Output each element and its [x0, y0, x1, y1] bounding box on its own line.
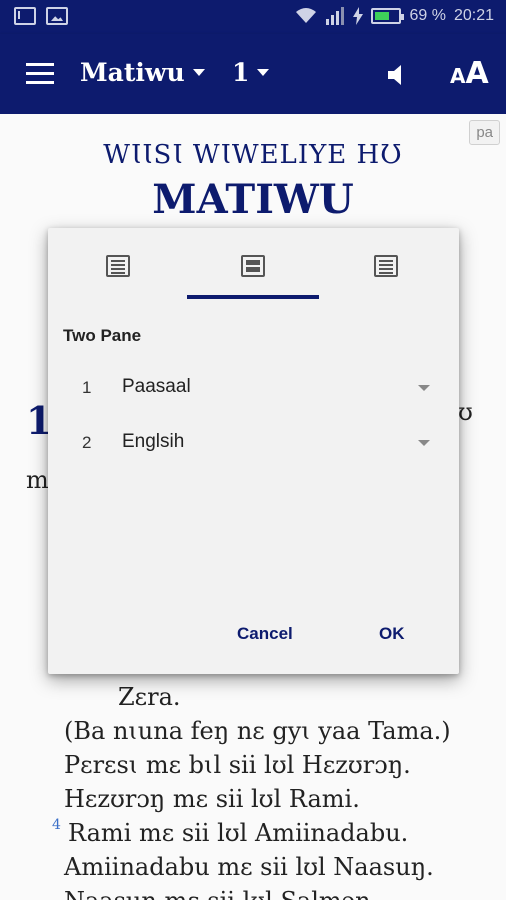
- interlinear-tab[interactable]: [318, 228, 455, 300]
- layout-tabs: [48, 228, 459, 300]
- layout-dialog: Two Pane 1 Paasaal 2 Englsih Cancel OK: [48, 228, 459, 674]
- pane-number: 1: [82, 378, 92, 397]
- clock: 20:21: [453, 7, 494, 24]
- wifi-icon: [296, 8, 317, 23]
- chevron-down-icon: [257, 69, 270, 76]
- chapter-selector[interactable]: 1: [232, 58, 270, 87]
- speaker-icon[interactable]: [384, 62, 410, 88]
- menu-icon[interactable]: [26, 63, 54, 85]
- pane-row-1[interactable]: 1 Paasaal: [48, 368, 459, 408]
- image-icon: [46, 7, 68, 25]
- pane-language-select[interactable]: Paasaal: [122, 376, 191, 398]
- ok-button[interactable]: OK: [379, 624, 405, 644]
- single-pane-icon: [106, 255, 130, 277]
- dropdown-arrow-icon[interactable]: [418, 385, 430, 391]
- tab-indicator: [187, 295, 319, 299]
- charging-icon: [353, 7, 364, 25]
- pane-language-select[interactable]: Englsih: [122, 431, 184, 453]
- book-name: Matiwu: [80, 58, 185, 87]
- pane-row-2[interactable]: 2 Englsih: [48, 423, 459, 463]
- cancel-button[interactable]: Cancel: [237, 624, 293, 644]
- interlinear-icon: [374, 255, 398, 277]
- signal-icon: [326, 7, 345, 25]
- battery-percent: 69 %: [409, 7, 446, 24]
- font-size-icon[interactable]: AA: [450, 56, 489, 91]
- single-pane-tab[interactable]: [50, 228, 187, 300]
- app-bar: Matiwu 1 AA: [0, 34, 506, 114]
- two-pane-tab[interactable]: [185, 228, 322, 300]
- pane-number: 2: [82, 433, 92, 452]
- two-pane-icon: [241, 255, 265, 277]
- chapter-name: 1: [232, 58, 250, 87]
- chevron-down-icon: [192, 69, 205, 76]
- status-bar: 69 % 20:21: [0, 0, 506, 34]
- mail-icon: [14, 7, 36, 25]
- battery-icon: [371, 8, 405, 24]
- section-label: Two Pane: [63, 326, 142, 345]
- dropdown-arrow-icon[interactable]: [418, 440, 430, 446]
- book-selector[interactable]: Matiwu: [80, 58, 205, 87]
